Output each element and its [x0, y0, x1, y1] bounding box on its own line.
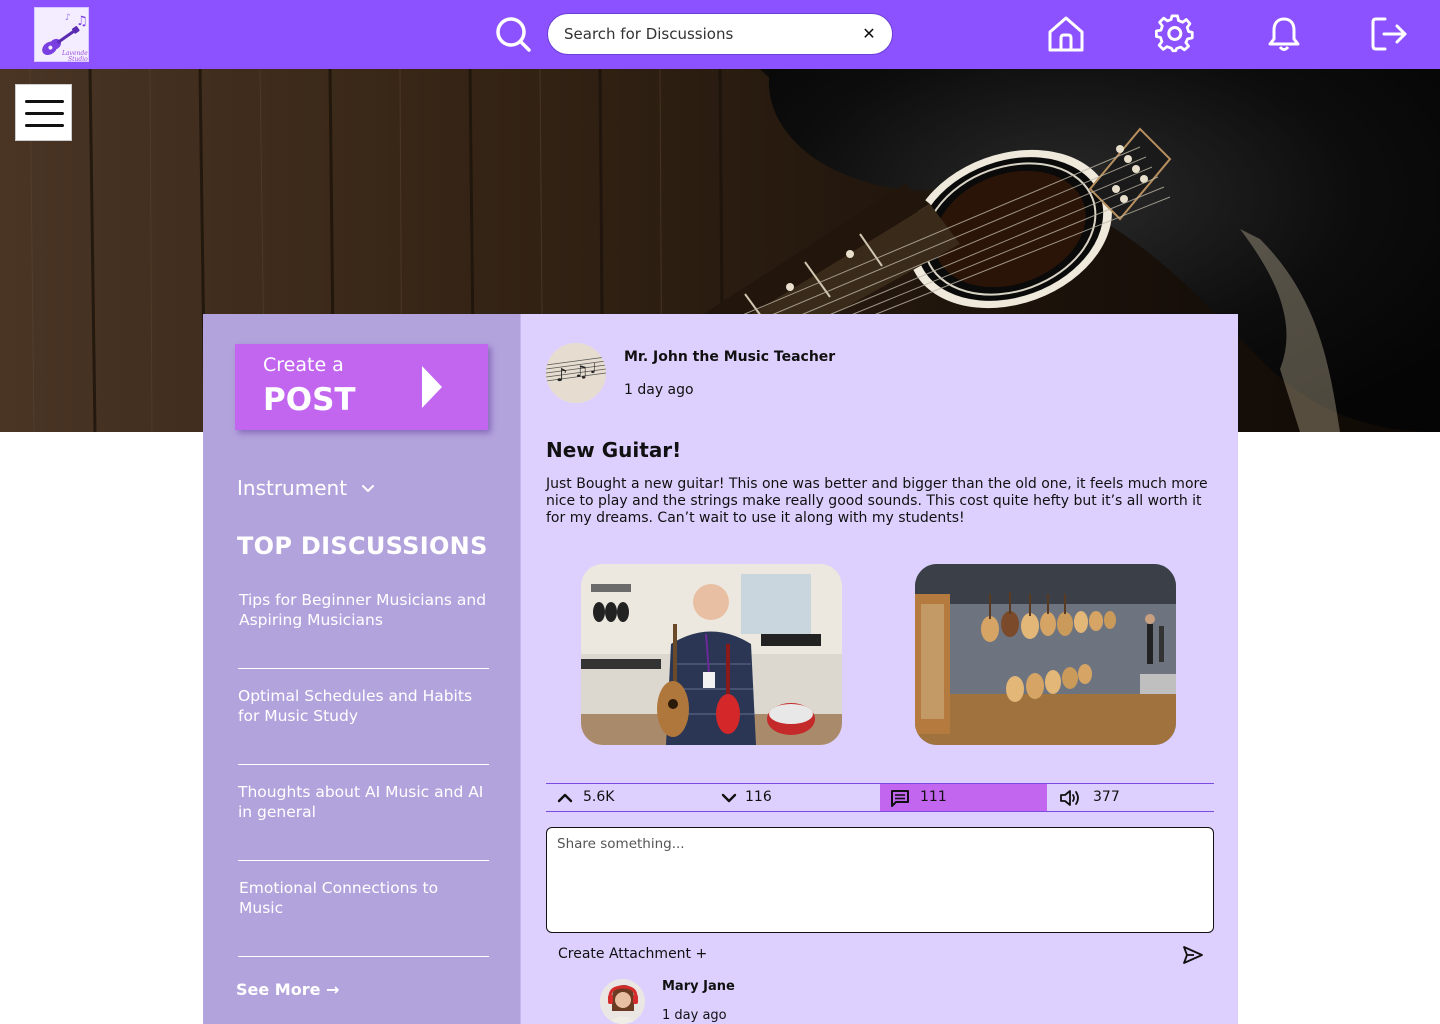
svg-text:Studio: Studio: [68, 56, 88, 62]
gear-icon[interactable]: [1155, 14, 1195, 54]
divider: [238, 668, 489, 669]
search-input[interactable]: [564, 14, 854, 54]
divider: [238, 860, 489, 861]
top-navigation-bar: ♫ ♪ Lavender Studio ✕: [0, 0, 1440, 69]
downvote-count: 116: [745, 789, 772, 805]
commenter-avatar[interactable]: [600, 979, 645, 1024]
svg-text:♪: ♪: [65, 13, 71, 23]
top-discussions-heading: TOP DISCUSSIONS: [237, 532, 488, 560]
comment-icon: [891, 790, 909, 807]
search-bar: ✕: [547, 13, 893, 55]
instrument-filter-label: Instrument: [237, 476, 348, 500]
discussion-link[interactable]: Emotional Connections to Music: [239, 878, 469, 918]
teacher-with-guitar-image: [581, 564, 842, 745]
play-arrow-icon: [422, 366, 442, 408]
instrument-filter-dropdown[interactable]: Instrument: [237, 476, 375, 502]
comment-timestamp: 1 day ago: [662, 1008, 727, 1023]
discussion-link[interactable]: Thoughts about AI Music and AI in genera…: [238, 782, 489, 822]
create-post-button[interactable]: Create a POST: [235, 344, 488, 430]
svg-text:♫: ♫: [76, 14, 88, 29]
create-post-line1: Create a: [263, 354, 344, 376]
chevron-down-icon: [721, 793, 737, 803]
post-stats-bar: 5.6K 116 111 377: [546, 783, 1214, 812]
post-photo-guitar-store[interactable]: [915, 564, 1176, 745]
divider: [238, 764, 489, 765]
comments-button[interactable]: 111: [880, 784, 1047, 811]
speaker-icon: [1060, 790, 1079, 806]
chevron-down-icon: [362, 485, 375, 492]
person-avatar-image: [600, 979, 645, 1024]
comment-count: 111: [920, 789, 947, 805]
post-photo-teacher[interactable]: [581, 564, 842, 745]
send-icon[interactable]: [1182, 944, 1204, 966]
svg-text:♫: ♫: [574, 362, 588, 381]
music-notes-avatar-image: ♪ ♫ ♩: [546, 343, 606, 403]
guitar-logo-icon: ♫ ♪ Lavender Studio: [35, 8, 88, 62]
post-timestamp: 1 day ago: [624, 382, 694, 398]
create-attachment-button[interactable]: Create Attachment +: [558, 946, 707, 962]
svg-text:♪: ♪: [556, 365, 568, 386]
listen-button[interactable]: 377: [1047, 784, 1214, 811]
comment-composer: [546, 827, 1214, 933]
logout-icon[interactable]: [1369, 14, 1409, 54]
bell-icon[interactable]: [1264, 14, 1304, 54]
chevron-up-icon: [557, 793, 573, 803]
see-more-link[interactable]: See More →: [236, 980, 339, 999]
post-author-name[interactable]: Mr. John the Music Teacher: [624, 349, 835, 365]
create-post-line2: POST: [263, 382, 356, 418]
menu-line-icon: [25, 100, 64, 103]
hamburger-menu-button[interactable]: [15, 84, 72, 141]
home-icon[interactable]: [1046, 14, 1086, 54]
listen-count: 377: [1093, 789, 1120, 805]
discussion-link[interactable]: Optimal Schedules and Habits for Music S…: [238, 686, 489, 726]
comment-author-name[interactable]: Mary Jane: [662, 979, 735, 994]
search-icon[interactable]: [494, 15, 532, 53]
studio-logo[interactable]: ♫ ♪ Lavender Studio: [34, 7, 89, 62]
divider: [238, 956, 489, 957]
downvote-button[interactable]: 116: [713, 784, 880, 811]
upvote-count: 5.6K: [583, 789, 615, 805]
author-avatar[interactable]: ♪ ♫ ♩: [546, 343, 606, 403]
post-title: New Guitar!: [546, 438, 682, 462]
upvote-button[interactable]: 5.6K: [546, 784, 713, 811]
discussion-link[interactable]: Tips for Beginner Musicians and Aspiring…: [239, 590, 490, 630]
post-body-text: Just Bought a new guitar! This one was b…: [546, 476, 1208, 526]
share-textarea[interactable]: [547, 828, 1213, 932]
menu-line-icon: [25, 124, 64, 127]
svg-text:♩: ♩: [590, 361, 597, 377]
guitar-store-image: [915, 564, 1176, 745]
clear-search-button[interactable]: ✕: [860, 24, 878, 44]
menu-line-icon: [25, 112, 64, 115]
